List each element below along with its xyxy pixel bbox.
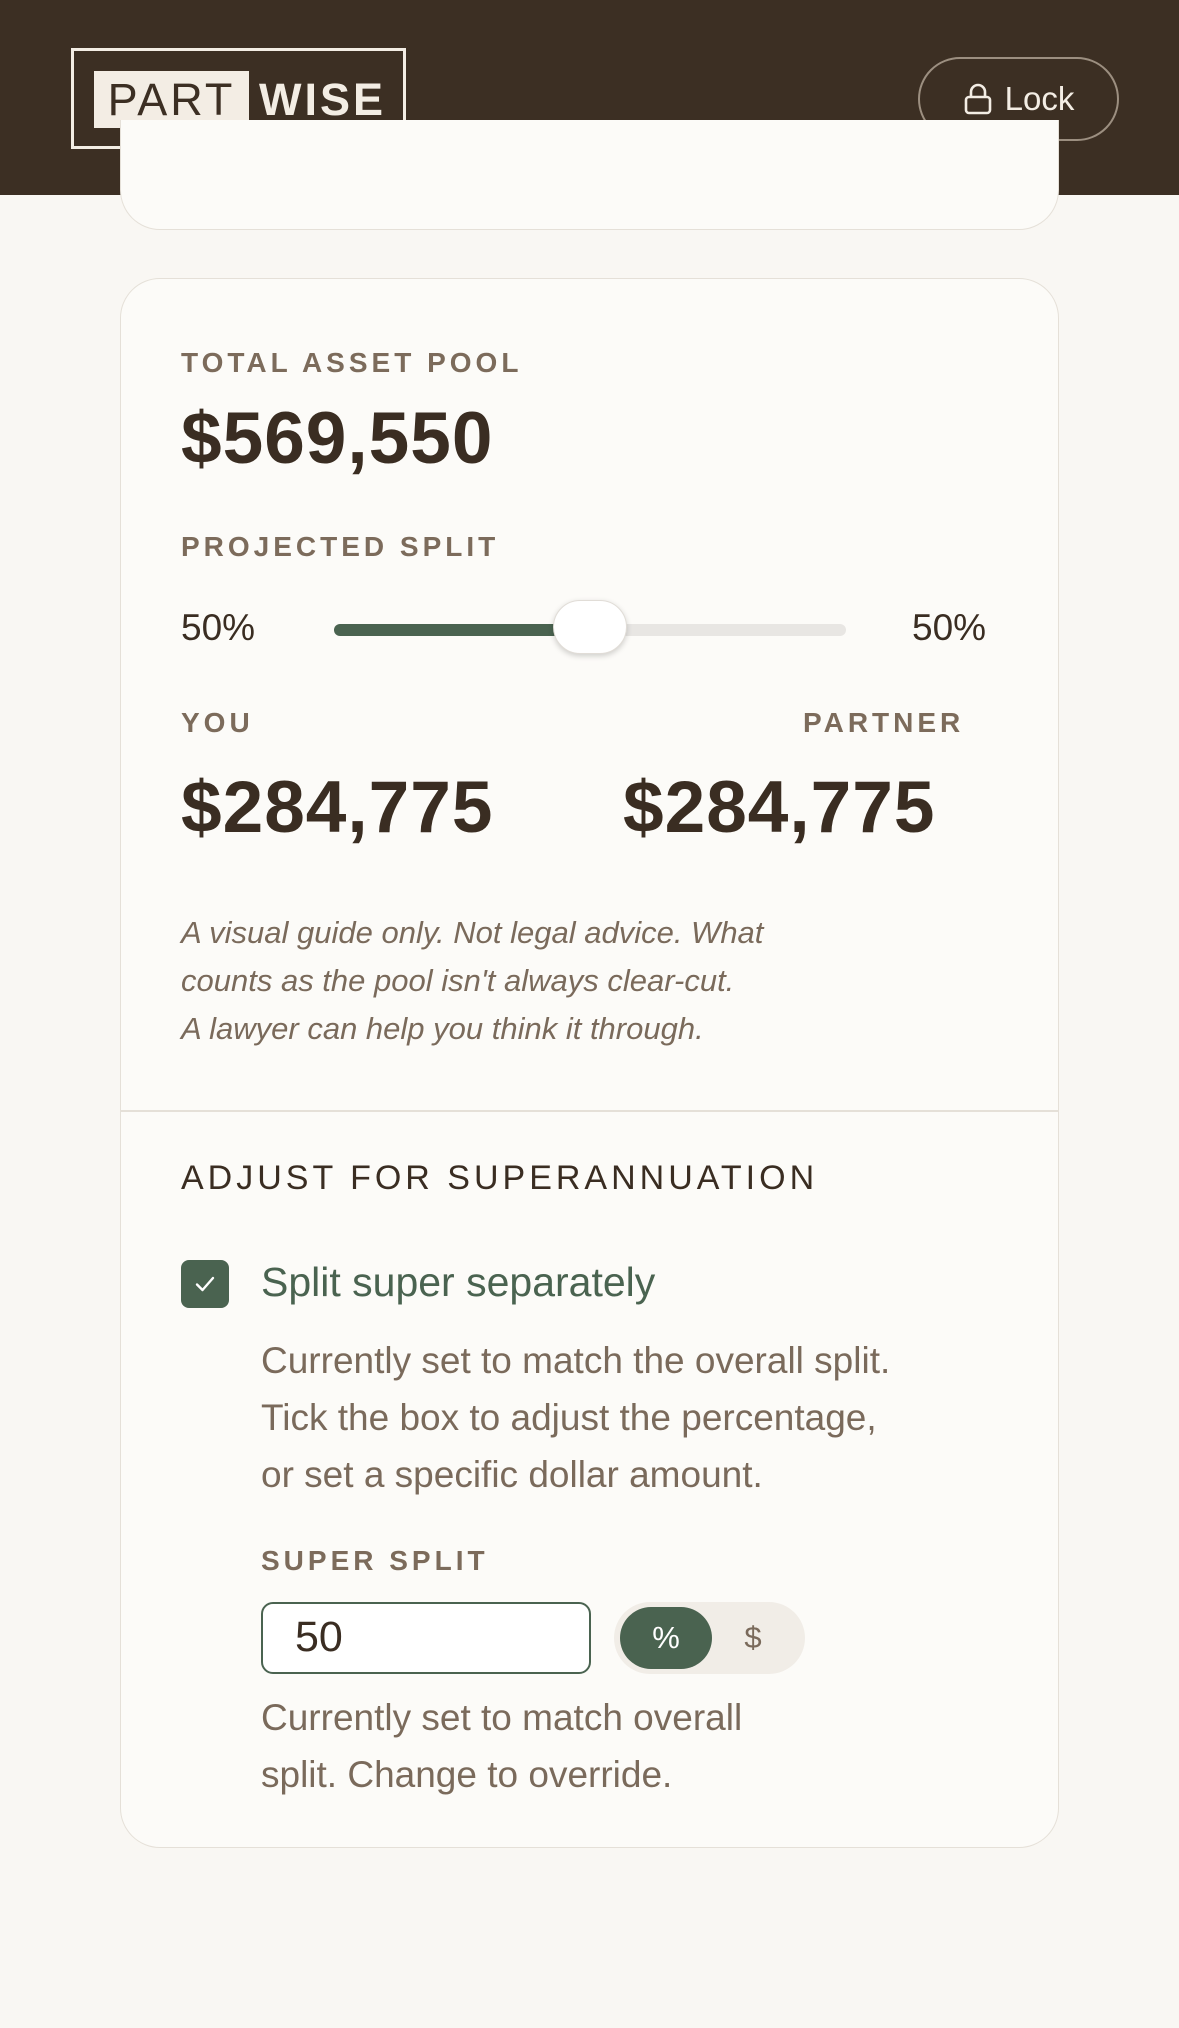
- projected-split-label: PROJECTED SPLIT: [181, 531, 500, 562]
- split-slider-thumb[interactable]: [553, 600, 627, 654]
- toggle-dollar-option[interactable]: $: [707, 1607, 799, 1669]
- you-amount: $284,775: [181, 767, 494, 848]
- total-pool-label: TOTAL ASSET POOL: [181, 347, 523, 378]
- unit-toggle: % $: [614, 1602, 805, 1674]
- you-label: YOU: [181, 707, 254, 738]
- help-line: Currently set to match the overall split…: [261, 1340, 891, 1381]
- super-split-input[interactable]: 50: [261, 1602, 591, 1674]
- section-divider: [121, 1110, 1058, 1112]
- partner-amount: $284,775: [623, 767, 936, 848]
- check-icon: [195, 1276, 215, 1292]
- previous-card-bottom: [120, 120, 1059, 230]
- disclaimer-line: counts as the pool isn't always clear-cu…: [181, 963, 735, 998]
- lock-button-label: Lock: [1004, 80, 1075, 117]
- partner-percentage: 50%: [912, 607, 987, 648]
- split-summary-card: TOTAL ASSET POOL $569,550 PROJECTED SPLI…: [120, 278, 1059, 1848]
- total-pool-amount: $569,550: [181, 398, 494, 479]
- disclaimer-line: A visual guide only. Not legal advice. W…: [181, 915, 764, 950]
- toggle-percent-option[interactable]: %: [620, 1607, 712, 1669]
- split-super-checkbox[interactable]: [181, 1260, 229, 1308]
- note-line: Currently set to match overall: [261, 1697, 743, 1738]
- partner-label: PARTNER: [803, 707, 965, 738]
- you-percentage: 50%: [181, 607, 256, 648]
- split-slider-fill: [334, 624, 590, 636]
- disclaimer-line: A lawyer can help you think it through.: [181, 1011, 704, 1046]
- super-split-label: SUPER SPLIT: [261, 1545, 489, 1576]
- super-split-note: Currently set to match overall split. Ch…: [261, 1689, 1001, 1803]
- legal-disclaimer: A visual guide only. Not legal advice. W…: [181, 909, 881, 1053]
- note-line: split. Change to override.: [261, 1754, 673, 1795]
- help-line: or set a specific dollar amount.: [261, 1454, 763, 1495]
- super-help-text: Currently set to match the overall split…: [261, 1332, 1001, 1503]
- superannuation-section-title: ADJUST FOR SUPERANNUATION: [181, 1159, 819, 1197]
- split-super-checkbox-label[interactable]: Split super separately: [261, 1259, 655, 1306]
- lock-icon: [964, 83, 991, 115]
- help-line: Tick the box to adjust the percentage,: [261, 1397, 877, 1438]
